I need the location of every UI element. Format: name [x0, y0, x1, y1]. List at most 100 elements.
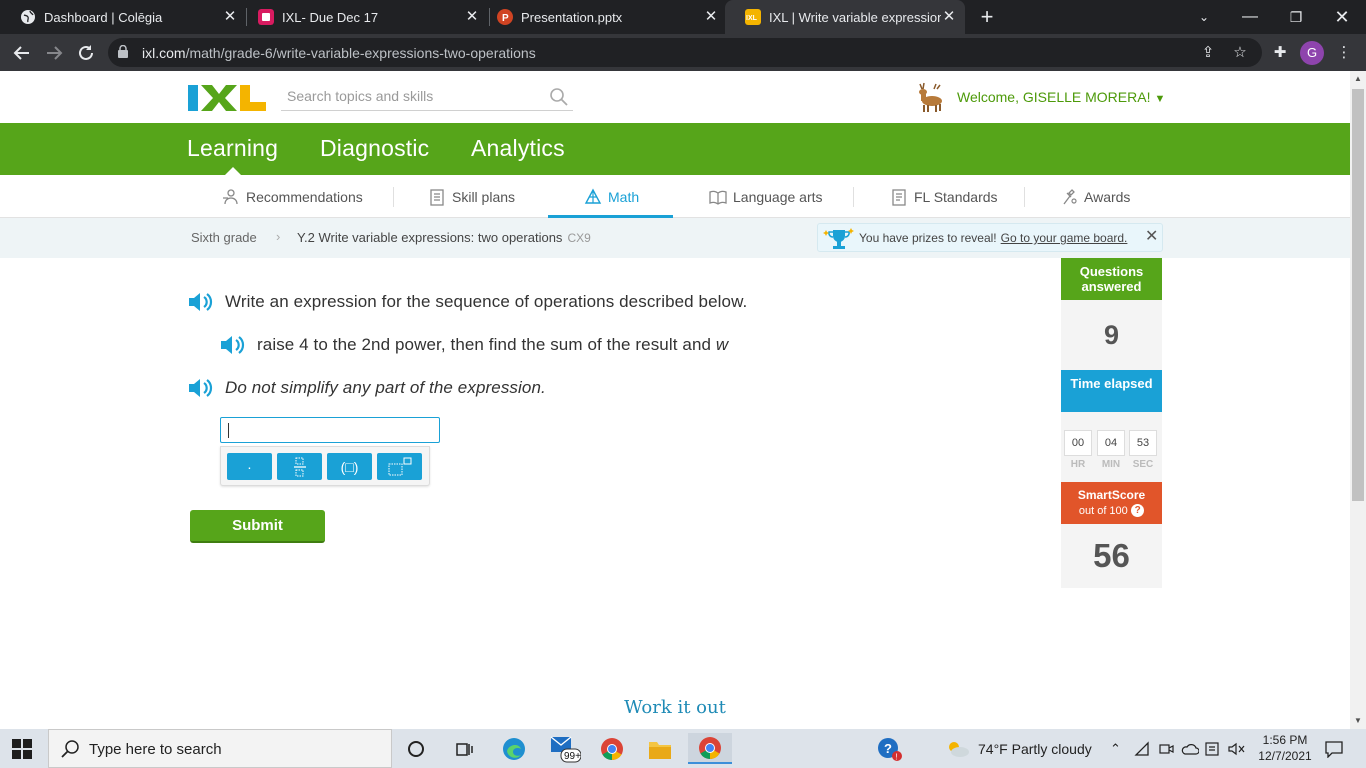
omnibox[interactable]: ixl.com/math/grade-6/write-variable-expr… [108, 38, 1262, 67]
system-clock[interactable]: 1:56 PM 12/7/2021 [1250, 732, 1320, 764]
network-icon[interactable] [1134, 729, 1150, 768]
fraction-button[interactable] [277, 453, 322, 480]
nav-learning[interactable]: Learning [187, 135, 278, 162]
reload-icon[interactable] [72, 39, 100, 67]
browser-tab[interactable]: IXL- Due Dec 17 ✕ [238, 0, 488, 34]
window-close-icon[interactable]: ✕ [1319, 0, 1365, 34]
restore-icon[interactable]: ❐ [1273, 0, 1319, 34]
question-note-row: Do not simplify any part of the expressi… [187, 376, 546, 400]
close-tab-icon[interactable]: ✕ [222, 9, 238, 25]
profile-avatar[interactable]: G [1300, 41, 1324, 65]
extensions-puzzle-icon[interactable]: ✚ [1270, 43, 1290, 63]
breadcrumb-chevron-icon: › [276, 229, 281, 244]
chrome-active-icon[interactable] [688, 733, 732, 764]
tab-awards[interactable]: Awards [1060, 175, 1130, 218]
standards-icon [892, 188, 906, 206]
edge-icon[interactable] [492, 733, 536, 764]
task-view-icon[interactable] [442, 733, 486, 764]
partly-cloudy-icon [949, 741, 969, 757]
answer-input[interactable] [220, 417, 440, 443]
notifications-icon[interactable] [1324, 729, 1344, 768]
scrollbar-thumb[interactable] [1352, 89, 1364, 501]
tab-math[interactable]: Math [584, 175, 639, 218]
scroll-up-icon[interactable]: ▲ [1350, 71, 1366, 87]
device-icon[interactable] [1204, 729, 1220, 768]
share-icon[interactable]: ⇪ [1198, 43, 1218, 63]
smartscore-label: SmartScore [1077, 488, 1146, 502]
stats-panel: Questions answered 9 Time elapsed 00 04 … [1061, 258, 1162, 588]
weather-widget[interactable]: 74°F Partly cloudy [946, 729, 1092, 768]
skill-plans-icon [430, 188, 444, 206]
trophy-icon [823, 228, 854, 249]
browser-menu-icon[interactable]: ⋮ [1334, 43, 1354, 63]
bookmark-star-icon[interactable]: ☆ [1230, 43, 1250, 63]
onedrive-cloud-icon[interactable] [1181, 729, 1199, 768]
page-content: Search topics and skills Welcome, GISELL… [0, 71, 1350, 729]
ixl-logo[interactable] [188, 83, 266, 113]
file-explorer-icon[interactable] [638, 733, 682, 764]
dismiss-prize-icon[interactable]: ✕ [1145, 229, 1158, 245]
speaker-icon[interactable] [219, 333, 247, 357]
browser-tab-bar: Dashboard | Colēgia ✕ IXL- Due Dec 17 ✕ … [0, 0, 1366, 34]
browser-tab-active[interactable]: IXL IXL | Write variable expressions: t … [725, 0, 965, 34]
help-question-icon[interactable]: ? [1131, 504, 1145, 518]
time-elapsed-display: 00 04 53 HR MIN SEC [1061, 412, 1162, 482]
submit-button[interactable]: Submit [190, 510, 325, 543]
search-icon [61, 740, 79, 758]
show-hidden-icons-chevron-icon[interactable]: ⌃ [1110, 729, 1121, 768]
breadcrumb-grade[interactable]: Sixth grade [191, 230, 257, 245]
cortana-icon[interactable] [394, 733, 438, 764]
tab-title: Presentation.pptx [521, 9, 623, 25]
tab-search-chevron-icon[interactable]: ⌄ [1181, 0, 1227, 34]
mail-icon[interactable]: 99+ [542, 733, 586, 764]
page-scrollbar[interactable]: ▲ ▼ [1350, 71, 1366, 729]
math-keypad: · (□) [220, 446, 430, 486]
new-tab-icon[interactable]: + [964, 0, 1010, 34]
volume-muted-icon[interactable] [1227, 729, 1245, 768]
svg-text:!: ! [895, 752, 897, 761]
deer-avatar-icon[interactable] [914, 81, 946, 113]
ixl-assignment-icon [258, 9, 274, 25]
search-icon[interactable] [549, 87, 569, 107]
speaker-icon[interactable] [187, 376, 215, 400]
parentheses-button[interactable]: (□) [327, 453, 372, 480]
meet-now-icon[interactable] [1158, 729, 1174, 768]
nav-diagnostic[interactable]: Diagnostic [320, 135, 429, 162]
work-it-out-heading: Work it out [624, 697, 726, 718]
browser-tab[interactable]: P Presentation.pptx ✕ [477, 0, 727, 34]
nav-analytics[interactable]: Analytics [471, 135, 565, 162]
welcome-user-menu[interactable]: Welcome, GISELLE MORERA! ▼ [957, 89, 1165, 105]
search-box[interactable]: Search topics and skills [281, 85, 573, 111]
browser-tab[interactable]: Dashboard | Colēgia ✕ [0, 0, 246, 34]
tab-language-arts[interactable]: Language arts [709, 175, 823, 218]
minutes-label: MIN [1101, 459, 1121, 470]
forward-arrow-icon[interactable] [40, 39, 68, 67]
taskbar-search-box[interactable]: Type here to search [48, 729, 392, 768]
globe-icon [21, 10, 35, 24]
main-nav-bar: Learning Diagnostic Analytics [0, 123, 1350, 175]
exponent-button[interactable] [377, 453, 422, 480]
scroll-down-icon[interactable]: ▼ [1350, 713, 1366, 729]
svg-text:P: P [502, 13, 509, 24]
windows-start-icon[interactable] [12, 739, 32, 759]
clock-time: 1:56 PM [1262, 733, 1308, 747]
tab-title: IXL- Due Dec 17 [282, 9, 379, 25]
tab-recommendations[interactable]: Recommendations [222, 175, 363, 218]
powerpoint-icon: P [497, 9, 513, 25]
back-arrow-icon[interactable] [8, 39, 36, 67]
time-elapsed-label: Time elapsed [1061, 370, 1162, 412]
minimize-icon[interactable]: — [1227, 0, 1273, 34]
speaker-icon[interactable] [187, 290, 215, 314]
tab-fl-standards[interactable]: FL Standards [890, 175, 998, 218]
close-tab-icon[interactable]: ✕ [703, 9, 719, 25]
close-tab-icon[interactable]: ✕ [941, 9, 957, 25]
question-prompt: raise 4 to the 2nd power, then find the … [257, 335, 729, 354]
tab-skill-plans[interactable]: Skill plans [428, 175, 515, 218]
chrome-icon[interactable] [590, 733, 634, 764]
search-input[interactable]: Search topics and skills [287, 88, 433, 104]
taskbar-search-input[interactable]: Type here to search [89, 741, 222, 758]
hours-value: 00 [1064, 430, 1092, 456]
multiply-dot-button[interactable]: · [227, 453, 272, 480]
game-board-link[interactable]: Go to your game board. [1001, 231, 1128, 245]
help-tips-icon[interactable]: ?! [868, 733, 912, 764]
